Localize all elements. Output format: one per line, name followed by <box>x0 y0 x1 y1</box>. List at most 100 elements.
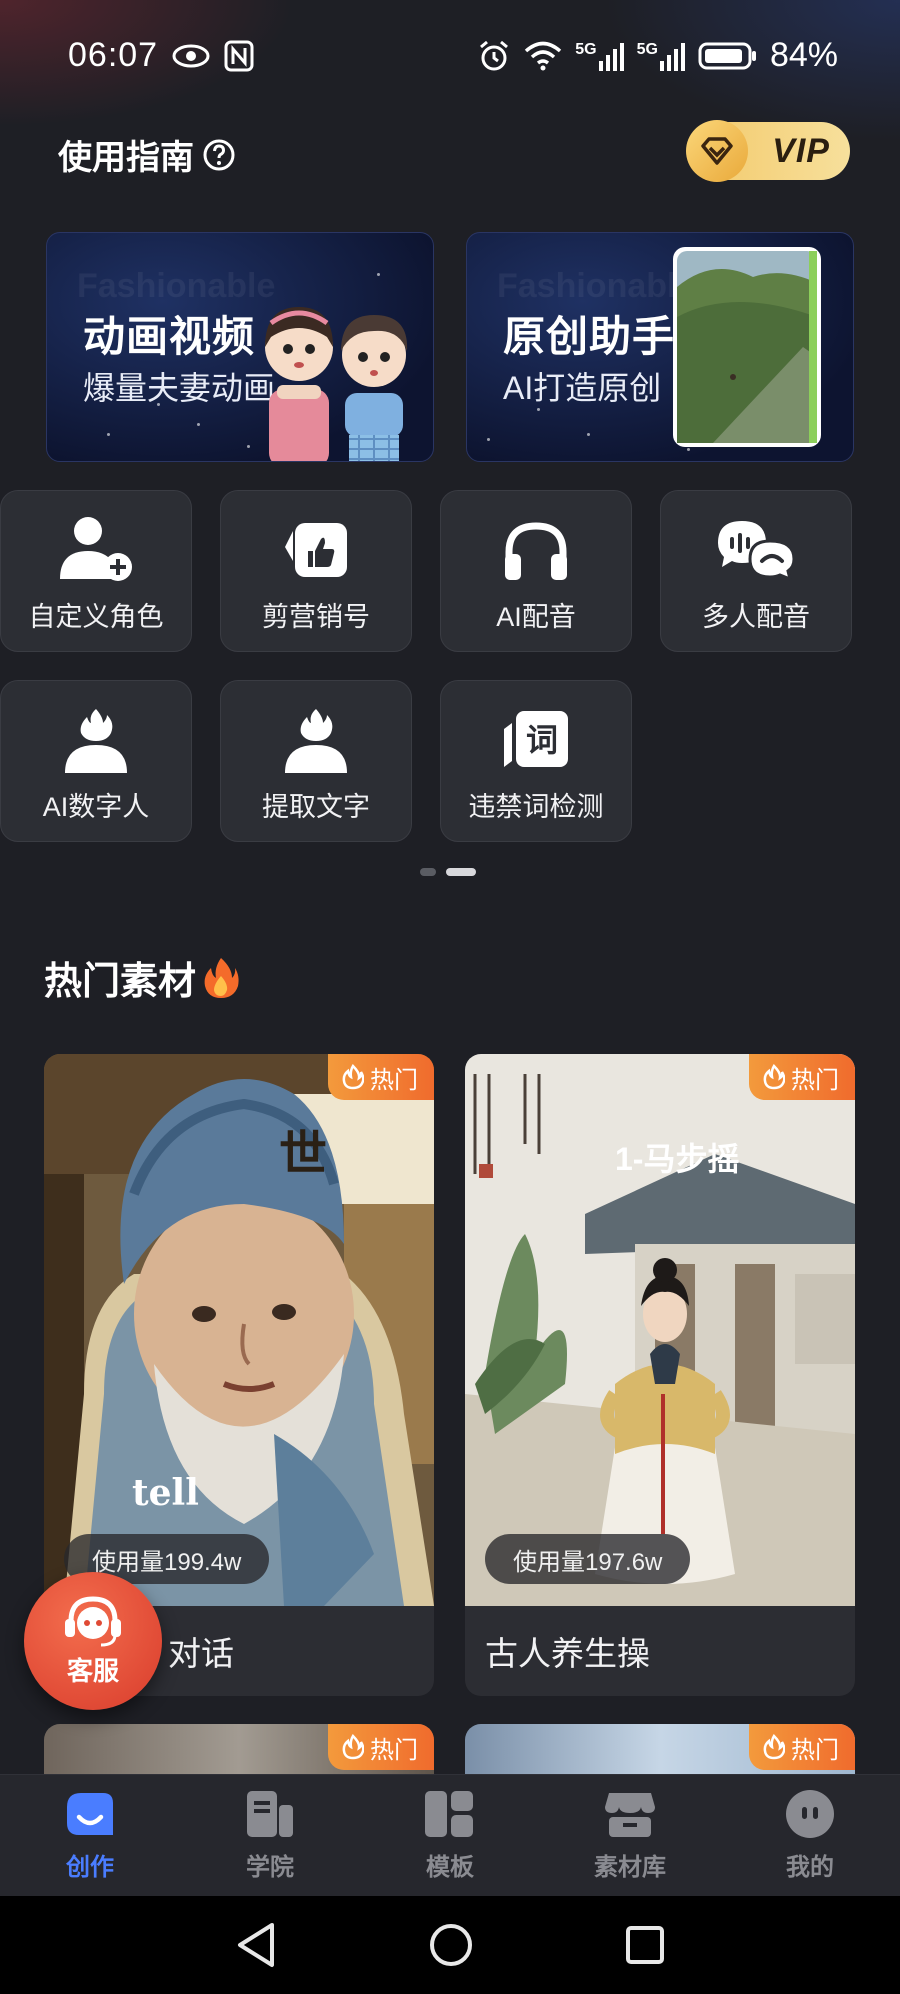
tool-label: 提取文字 <box>262 792 370 822</box>
usage-count: 使用量197.6w <box>485 1534 691 1584</box>
status-time: 06:07 <box>68 36 159 74</box>
bottom-nav: 创作 学院 模板 素材库 我的 <box>0 1774 900 1896</box>
tool-banned-word-check[interactable]: 词 违禁词检测 <box>440 680 632 842</box>
nav-label: 创作 <box>66 1854 114 1881</box>
card-caption: 古人养生操 <box>485 1635 650 1672</box>
fire-icon <box>204 957 239 998</box>
hot-badge-label: 热门 <box>791 1736 839 1764</box>
svg-text:词: 词 <box>526 721 558 759</box>
vip-badge-icon <box>686 120 748 182</box>
question-circle-icon <box>203 139 235 170</box>
material-card[interactable]: 1-马步摇 热门 使用量197.6w 古人养生操 <box>465 1054 855 1696</box>
tool-multi-voice[interactable]: 多人配音 <box>660 490 852 652</box>
tool-label: 自定义角色 <box>28 602 164 632</box>
banner-ghost-text: Fashionable <box>77 267 276 305</box>
guide-label: 使用指南 <box>58 139 194 177</box>
card-sign-text: 世 <box>279 1126 328 1182</box>
tool-extract-text[interactable]: 提取文字 <box>220 680 412 842</box>
battery-icon <box>698 42 756 69</box>
home-circle-icon[interactable] <box>428 1922 474 1968</box>
tool-label: 剪营销号 <box>262 602 370 632</box>
nav-material-library[interactable]: 素材库 <box>560 1789 700 1882</box>
hot-badge: 热门 <box>328 1724 434 1770</box>
eye-icon <box>172 44 210 68</box>
nav-label: 我的 <box>786 1854 834 1881</box>
status-bar: 06:07 5G 5G 84% <box>0 0 900 112</box>
flame-outline-icon <box>342 1734 364 1760</box>
nav-label: 素材库 <box>594 1854 666 1881</box>
signal-bars-icon <box>598 42 624 71</box>
landscape-thumbnail-image <box>673 247 821 447</box>
card-overlay-text: 1-马步摇 <box>615 1141 740 1177</box>
card-overlay-text: tell <box>132 1472 199 1514</box>
status-left-icons <box>172 40 254 72</box>
hot-badge-label: 热门 <box>370 1066 418 1094</box>
vip-label: VIP <box>772 131 830 170</box>
banner-subtitle: 爆量夫妻动画 <box>83 370 276 406</box>
network-type-1: 5G <box>575 40 597 58</box>
customer-service-button[interactable]: 客服 <box>24 1572 162 1710</box>
banner-animation-video[interactable]: Fashionable 动画视频 爆量夫妻动画 <box>46 232 434 462</box>
tool-label: AI数字人 <box>42 792 150 822</box>
banner-ghost-text: Fashionable <box>497 267 696 305</box>
pager-dot-active <box>446 868 476 876</box>
hot-badge-label: 热门 <box>791 1066 839 1094</box>
recents-square-icon[interactable] <box>624 1924 666 1966</box>
tool-ai-dubbing[interactable]: AI配音 <box>440 490 632 652</box>
nav-create[interactable]: 创作 <box>20 1789 160 1882</box>
headset-agent-icon <box>65 1595 121 1646</box>
signal-bars-icon <box>659 42 685 71</box>
hot-badge: 热门 <box>749 1724 855 1770</box>
alarm-icon <box>480 40 509 70</box>
flame-person-icon <box>285 709 347 773</box>
banner-original-assistant[interactable]: Fashionable 原创助手 AI打造原创 <box>466 232 854 462</box>
back-triangle-icon[interactable] <box>234 1921 278 1969</box>
nav-templates[interactable]: 模板 <box>380 1789 520 1882</box>
nav-academy[interactable]: 学院 <box>200 1789 340 1882</box>
flame-outline-icon <box>342 1064 364 1090</box>
system-nav-bar <box>0 1896 900 1994</box>
section-title: 热门素材 <box>44 950 240 1005</box>
banner-subtitle: AI打造原创 <box>503 370 662 406</box>
nav-label: 学院 <box>246 1854 294 1881</box>
section-title-text: 热门素材 <box>44 961 197 1003</box>
battery-percent: 84% <box>769 36 838 74</box>
flame-person-icon <box>65 709 127 773</box>
word-check-icon: 词 <box>504 711 568 767</box>
headphones-icon <box>505 522 567 580</box>
customer-service-label: 客服 <box>66 1655 119 1686</box>
signal-2: 5G <box>637 41 686 71</box>
vip-button[interactable]: VIP <box>686 120 850 182</box>
wifi-icon <box>525 41 562 70</box>
pager-indicator <box>420 868 476 876</box>
banner-title: 原创助手 <box>503 313 676 360</box>
old-man-portrait-image <box>44 1054 434 1606</box>
card-image: 世 tell 热门 使用量199.4w <box>44 1054 434 1606</box>
create-smile-icon <box>67 1793 113 1835</box>
flame-outline-icon <box>763 1734 785 1760</box>
tool-label: AI配音 <box>496 602 576 632</box>
flame-outline-icon <box>763 1064 785 1090</box>
usage-guide-link[interactable]: 使用指南 <box>58 130 236 179</box>
profile-face-icon <box>786 1790 834 1838</box>
hot-badge: 热门 <box>328 1054 434 1100</box>
banner-title: 动画视频 <box>83 313 256 360</box>
status-right: 5G 5G 84% <box>477 36 838 75</box>
thumbs-up-icon <box>285 523 347 577</box>
tool-ai-avatar[interactable]: AI数字人 <box>0 680 192 842</box>
hot-badge-label: 热门 <box>370 1736 418 1764</box>
store-icon <box>605 1793 655 1837</box>
cartoon-couple-illustration <box>265 307 408 461</box>
academy-book-icon <box>247 1791 293 1837</box>
tool-custom-character[interactable]: 自定义角色 <box>0 490 192 652</box>
nav-profile[interactable]: 我的 <box>740 1789 880 1882</box>
tool-label: 违禁词检测 <box>468 792 604 822</box>
card-image: 1-马步摇 热门 使用量197.6w <box>465 1054 855 1606</box>
nfc-icon <box>224 40 254 72</box>
tool-label: 多人配音 <box>702 602 810 632</box>
nav-label: 模板 <box>426 1854 474 1881</box>
person-add-icon <box>60 517 132 581</box>
hot-badge: 热门 <box>749 1054 855 1100</box>
tool-marketing-clip[interactable]: 剪营销号 <box>220 490 412 652</box>
template-grid-icon <box>425 1791 473 1837</box>
